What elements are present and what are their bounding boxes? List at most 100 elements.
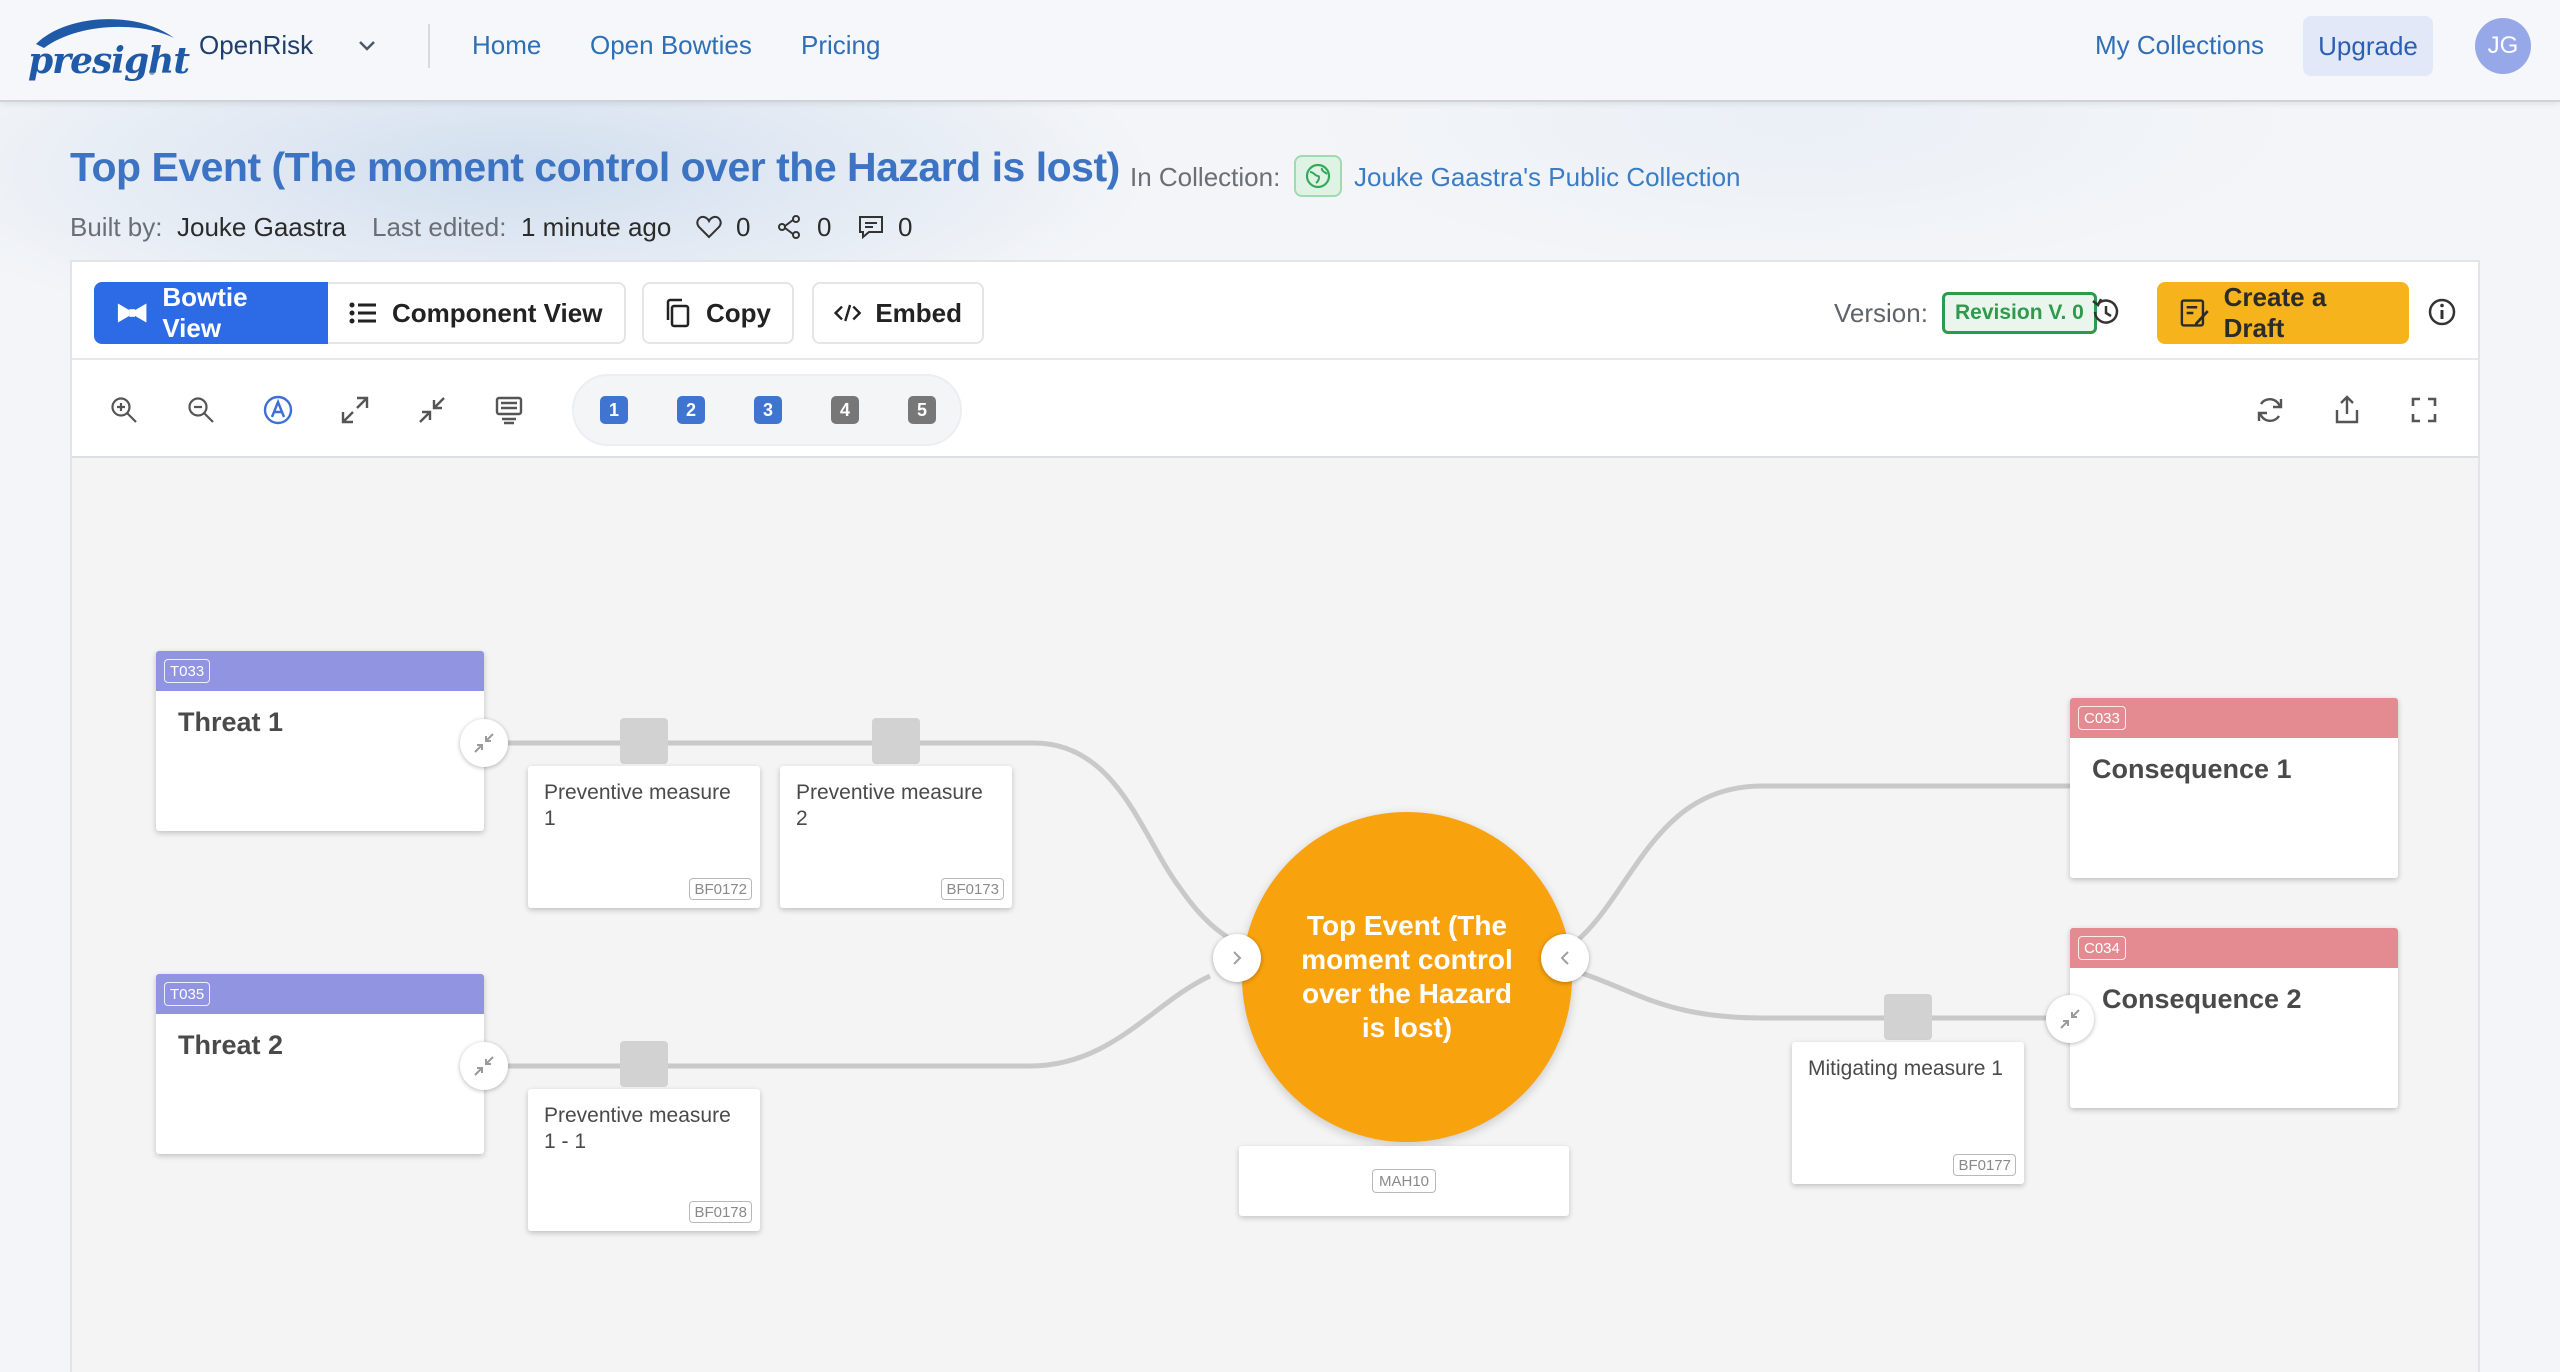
zoom-in-icon[interactable]	[104, 390, 144, 430]
last-edited-value: 1 minute ago	[521, 212, 672, 242]
heart-icon[interactable]	[695, 213, 723, 246]
barrier-code: BF0177	[1953, 1154, 2016, 1176]
consequence-card-header: C034	[2070, 928, 2398, 968]
consequence-card[interactable]: C033 Consequence 1	[2070, 698, 2398, 878]
zoom-out-icon[interactable]	[181, 390, 221, 430]
comment-icon[interactable]	[857, 213, 885, 246]
info-icon[interactable]	[2422, 292, 2462, 332]
level-1-button[interactable]: 1	[600, 396, 628, 424]
export-icon[interactable]	[2327, 390, 2367, 430]
bowtie-view-button[interactable]: Bowtie View	[94, 282, 328, 344]
level-2-button[interactable]: 2	[677, 396, 705, 424]
canvas-toolbar: 1 2 3 4 5	[72, 360, 2478, 458]
threat-code: T033	[164, 659, 211, 683]
expand-threats-icon[interactable]	[1213, 934, 1261, 982]
barrier-connector	[1884, 994, 1932, 1040]
globe-icon	[1294, 155, 1342, 197]
presentation-icon[interactable]	[489, 390, 529, 430]
barrier-code: BF0178	[689, 1201, 752, 1223]
component-view-button[interactable]: Component View	[328, 282, 626, 344]
last-edited-label: Last edited:	[372, 212, 507, 242]
nav-divider	[428, 24, 430, 68]
code-icon	[834, 304, 862, 322]
threat-card-header: T035	[156, 974, 484, 1014]
likes-count: 0	[736, 212, 751, 242]
nav-home-link[interactable]: Home	[472, 30, 541, 61]
preventive-barrier-card[interactable]: Preventive measure 2 BF0173	[780, 766, 1012, 908]
copy-button[interactable]: Copy	[642, 282, 794, 344]
collapse-icon[interactable]	[460, 719, 508, 767]
top-event-label: Top Event (The moment control over the H…	[1301, 910, 1513, 1043]
collapse-all-icon[interactable]	[412, 390, 452, 430]
bowtie-panel: Bowtie View Component View Copy Embed Ve…	[70, 260, 2480, 1372]
preventive-barrier-card[interactable]: Preventive measure 1 BF0172	[528, 766, 760, 908]
collapse-icon[interactable]	[2046, 995, 2094, 1043]
consequence-card[interactable]: C034 Consequence 2	[2070, 928, 2398, 1108]
consequence-card-header: C033	[2070, 698, 2398, 738]
barrier-connector	[620, 1041, 668, 1087]
hazard-code: MAH10	[1371, 1169, 1437, 1193]
consequence-title: Consequence 1	[2092, 754, 2292, 784]
preventive-barrier-card[interactable]: Preventive measure 1 - 1 BF0178	[528, 1089, 760, 1231]
copy-label: Copy	[706, 297, 771, 328]
bowtie-view-label: Bowtie View	[162, 282, 248, 343]
brand-name[interactable]: OpenRisk	[199, 30, 313, 61]
expand-consequences-icon[interactable]	[1541, 934, 1589, 982]
threat-card[interactable]: T035 Threat 2	[156, 974, 484, 1154]
my-collections-link[interactable]: My Collections	[2095, 30, 2264, 61]
embed-button[interactable]: Embed	[812, 282, 984, 344]
page-title: Top Event (The moment control over the H…	[70, 144, 1120, 190]
create-draft-label: Create a Draft	[2223, 282, 2327, 343]
barrier-title: Preventive measure 1	[544, 781, 731, 830]
edit-note-icon	[2180, 299, 2209, 327]
consequence-code: C034	[2078, 936, 2126, 960]
level-3-button[interactable]: 3	[754, 396, 782, 424]
nav-open-bowties-link[interactable]: Open Bowties	[590, 30, 752, 61]
top-event-node[interactable]: Top Event (The moment control over the H…	[1242, 812, 1572, 1142]
level-4-button[interactable]: 4	[831, 396, 859, 424]
barrier-title: Mitigating measure 1	[1808, 1057, 2003, 1080]
collection-link[interactable]: Jouke Gaastra's Public Collection	[1354, 162, 1740, 193]
share-icon[interactable]	[776, 213, 804, 246]
logo-text: presight	[28, 40, 190, 82]
chevron-down-icon[interactable]	[356, 34, 378, 62]
bowtie-icon	[117, 303, 147, 323]
threat-code: T035	[164, 982, 211, 1006]
collection-label: In Collection:	[1130, 162, 1281, 192]
mitigating-barrier-card[interactable]: Mitigating measure 1 BF0177	[1792, 1042, 2024, 1184]
barrier-connector	[872, 718, 920, 764]
version-label: Version:	[1834, 298, 1928, 328]
shares-count: 0	[817, 212, 832, 242]
threat-card[interactable]: T033 Threat 1	[156, 651, 484, 831]
view-toolbar: Bowtie View Component View Copy Embed Ve…	[72, 262, 2478, 360]
consequence-code: C033	[2078, 706, 2126, 730]
barrier-code: BF0172	[689, 878, 752, 900]
nav-pricing-link[interactable]: Pricing	[801, 30, 880, 61]
auto-layout-icon[interactable]	[258, 390, 298, 430]
avatar[interactable]: JG	[2475, 18, 2531, 74]
top-navbar: presight OpenRisk Home Open Bowties Pric…	[0, 0, 2560, 102]
comments-count: 0	[898, 212, 913, 242]
upgrade-button[interactable]: Upgrade	[2303, 16, 2433, 76]
built-by-name[interactable]: Jouke Gaastra	[177, 212, 346, 243]
hazard-node[interactable]: MAH10	[1239, 1146, 1569, 1216]
level-5-button[interactable]: 5	[908, 396, 936, 424]
component-view-label: Component View	[392, 297, 603, 328]
revision-badge[interactable]: Revision V. 0	[1942, 292, 2097, 334]
barrier-connector	[620, 718, 668, 764]
collapse-icon[interactable]	[460, 1042, 508, 1090]
threat-title: Threat 1	[178, 707, 284, 737]
presight-logo[interactable]: presight	[26, 14, 190, 82]
embed-label: Embed	[875, 297, 962, 328]
bowtie-canvas[interactable]: T033 Threat 1 T035 Threat 2 Preventive m…	[72, 458, 2478, 1372]
list-icon	[349, 302, 376, 324]
refresh-icon[interactable]	[2250, 390, 2290, 430]
barrier-title: Preventive measure 2	[796, 781, 983, 830]
built-by-label: Built by:	[70, 212, 163, 242]
create-draft-button[interactable]: Create a Draft	[2157, 282, 2409, 344]
history-icon[interactable]	[2086, 292, 2126, 332]
fullscreen-icon[interactable]	[2404, 390, 2444, 430]
threat-title: Threat 2	[178, 1030, 284, 1060]
consequence-title: Consequence 2	[2102, 984, 2302, 1014]
expand-all-icon[interactable]	[335, 390, 375, 430]
